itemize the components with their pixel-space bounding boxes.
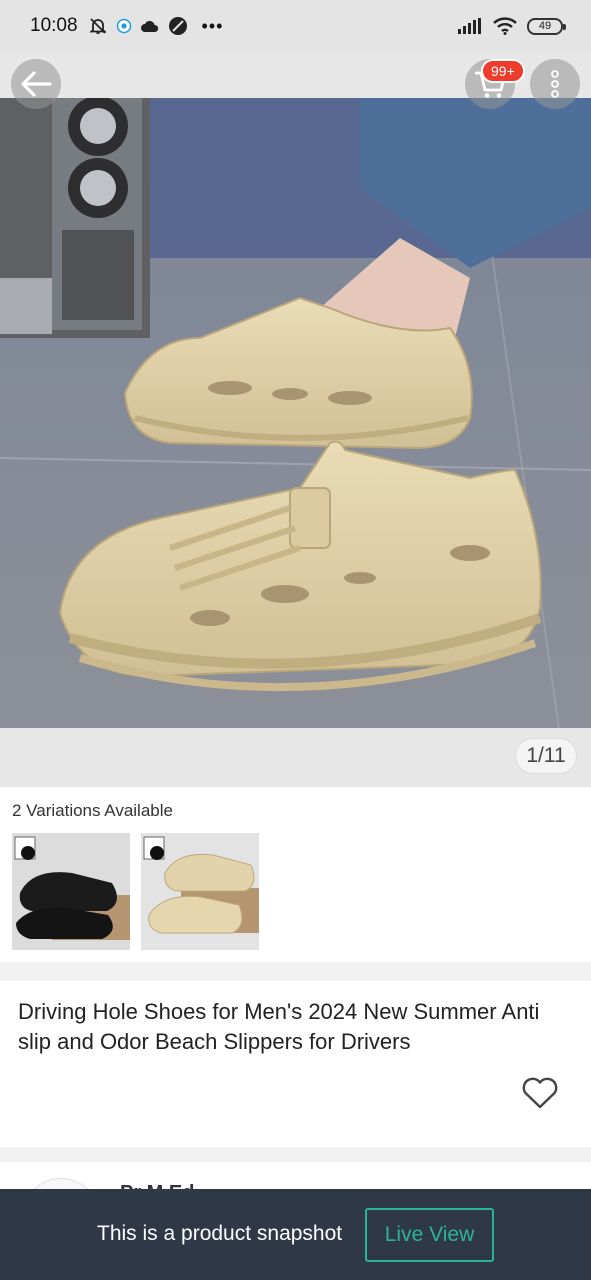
battery-level: 49: [538, 19, 552, 32]
variation-image-black: [12, 833, 130, 950]
snapshot-message: This is a product snapshot: [97, 1222, 343, 1245]
do-not-disturb-icon: [168, 16, 188, 36]
section-divider: [0, 962, 591, 981]
product-info: Driving Hole Shoes for Men's 2024 New Su…: [0, 981, 591, 1147]
variations-section: 2 Variations Available: [0, 787, 591, 962]
variations-title: 2 Variations Available: [12, 801, 173, 820]
photo-counter: 1/11: [515, 738, 577, 774]
status-left-icons: •••: [88, 16, 224, 37]
browser-icon: [116, 18, 132, 34]
cart-count-badge: 99+: [481, 59, 525, 83]
cloud-icon: [140, 19, 160, 33]
status-time: 10:08: [30, 15, 78, 36]
back-arrow-icon: [21, 71, 52, 97]
more-options-button[interactable]: [530, 59, 580, 109]
status-bar: 10:08 ••• 49: [0, 0, 591, 52]
variation-thumb-black[interactable]: [12, 833, 130, 950]
back-button[interactable]: [11, 59, 61, 109]
signal-icon: [457, 18, 483, 34]
product-photo: [0, 98, 591, 736]
variation-image-beige: [141, 833, 259, 950]
heart-icon: [522, 1077, 558, 1109]
more-notifications-icon: •••: [201, 15, 224, 36]
product-title: Driving Hole Shoes for Men's 2024 New Su…: [18, 999, 540, 1054]
product-gallery[interactable]: 1/11: [0, 52, 591, 787]
favorite-button[interactable]: [521, 1076, 559, 1110]
more-vertical-icon: [551, 70, 559, 98]
live-view-button[interactable]: Live View: [365, 1208, 494, 1262]
status-right-icons: 49: [457, 17, 566, 35]
muted-bell-icon: [88, 16, 108, 36]
section-divider: [0, 1147, 591, 1162]
snapshot-bar: This is a product snapshot Live View: [0, 1189, 591, 1280]
wifi-icon: [493, 17, 517, 35]
variation-thumb-beige[interactable]: [141, 833, 259, 950]
battery-icon: 49: [527, 17, 566, 35]
